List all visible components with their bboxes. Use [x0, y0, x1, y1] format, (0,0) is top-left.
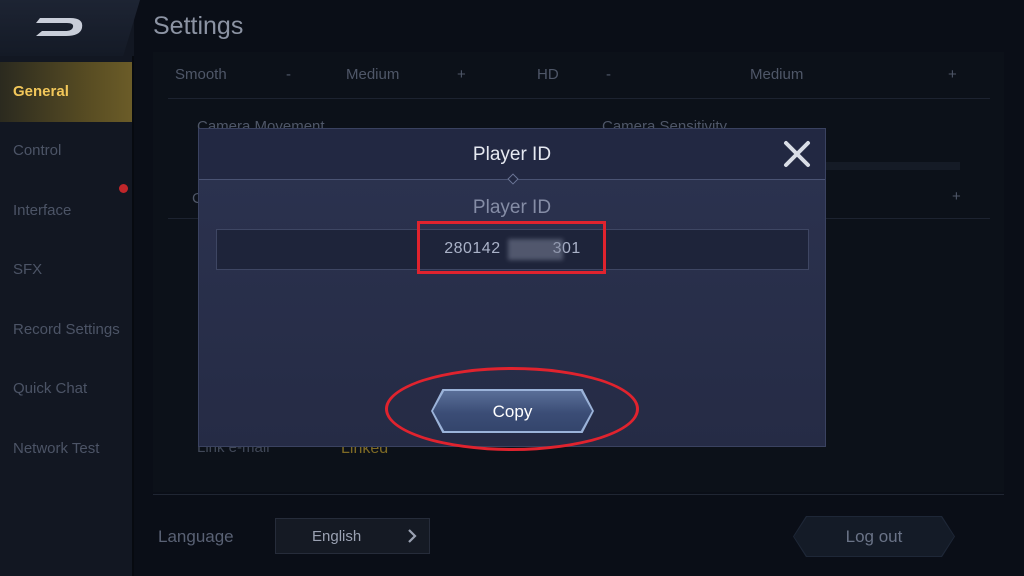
- resolution-increase-button[interactable]: +: [948, 66, 957, 83]
- dialog-title: Player ID: [472, 144, 552, 165]
- annotation-highlight-rect: [417, 221, 606, 274]
- setting-increase-button[interactable]: +: [952, 188, 961, 205]
- language-label: Language: [158, 527, 234, 546]
- page-title: Settings: [153, 12, 244, 40]
- player-id-label: Player ID: [472, 197, 552, 218]
- back-button[interactable]: [0, 0, 140, 56]
- logout-button[interactable]: Log out: [793, 516, 955, 557]
- language-value: English: [312, 528, 362, 545]
- graphics-increase-button[interactable]: +: [457, 66, 466, 83]
- sidebar: General Control Interface SFX Record Set…: [0, 0, 140, 576]
- divider: [168, 98, 990, 99]
- sidebar-item-record-settings[interactable]: Record Settings: [0, 300, 134, 360]
- resolution-level-value: Medium: [750, 66, 804, 83]
- sidebar-divider: [132, 56, 134, 576]
- annotation-highlight-ellipse: [385, 367, 639, 451]
- sidebar-item-control[interactable]: Control: [0, 121, 134, 181]
- sidebar-item-network-test[interactable]: Network Test: [0, 419, 134, 479]
- graphics-quality-value: Smooth: [175, 66, 227, 83]
- dialog-header: Player ID: [199, 129, 825, 179]
- sidebar-item-sfx[interactable]: SFX: [0, 240, 134, 300]
- sidebar-item-general[interactable]: General: [0, 62, 134, 122]
- footer-divider: [153, 494, 1004, 495]
- resolution-decrease-button[interactable]: -: [606, 66, 611, 83]
- graphics-level-value: Medium: [346, 66, 400, 83]
- sidebar-item-interface[interactable]: Interface: [0, 181, 134, 241]
- sidebar-item-quick-chat[interactable]: Quick Chat: [0, 359, 134, 419]
- logout-label: Log out: [845, 527, 903, 546]
- notification-dot: [119, 184, 128, 193]
- chevron-right-icon: [408, 529, 417, 543]
- graphics-decrease-button[interactable]: -: [286, 66, 291, 83]
- back-logo-icon: [36, 18, 83, 36]
- language-select[interactable]: English: [275, 518, 430, 554]
- resolution-value: HD: [537, 66, 559, 83]
- close-icon[interactable]: [782, 139, 812, 169]
